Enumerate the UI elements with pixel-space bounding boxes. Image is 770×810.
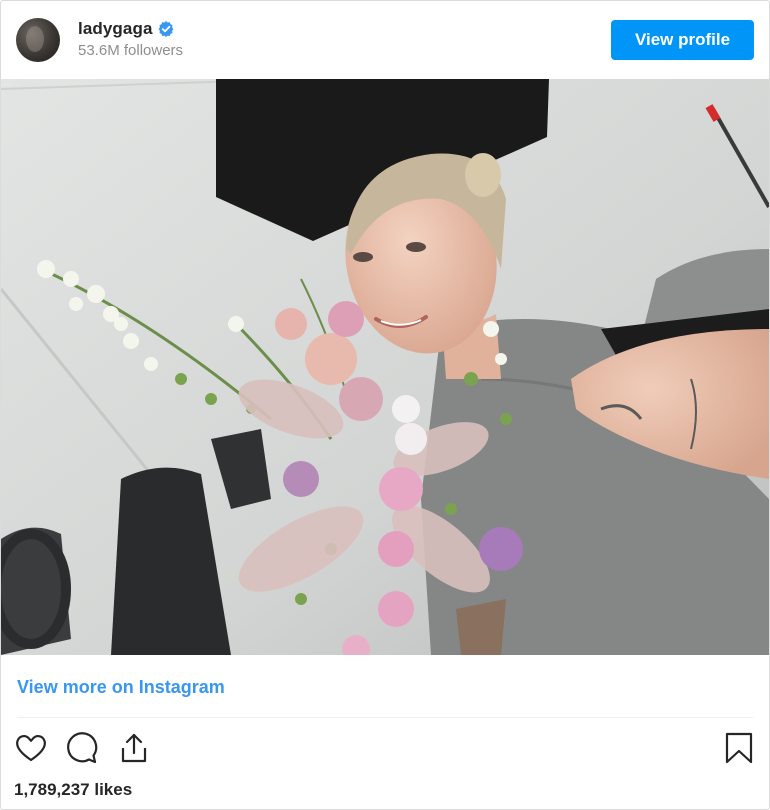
selfie-with-flowers-image xyxy=(1,79,769,655)
share-icon[interactable] xyxy=(117,731,151,765)
username-row: ladygaga xyxy=(78,19,183,39)
action-bar xyxy=(1,729,769,771)
avatar[interactable] xyxy=(16,18,60,62)
follower-count: 53.6M followers xyxy=(78,42,184,59)
instagram-embed-card: ladygaga 53.6M followers View profile Vi… xyxy=(0,0,770,810)
bookmark-icon[interactable] xyxy=(722,731,756,765)
post-header: ladygaga 53.6M followers View profile xyxy=(1,1,769,79)
like-count: 1,789,237 likes xyxy=(14,780,133,799)
user-info: ladygaga 53.6M followers xyxy=(78,19,183,59)
view-more-link[interactable]: View more on Instagram xyxy=(17,677,225,698)
post-photo[interactable] xyxy=(1,79,769,655)
heart-icon[interactable] xyxy=(14,731,48,765)
verified-badge-icon xyxy=(158,21,174,37)
comment-icon[interactable] xyxy=(65,731,99,765)
divider xyxy=(17,717,753,718)
view-profile-button[interactable]: View profile xyxy=(611,20,754,60)
username[interactable]: ladygaga xyxy=(78,19,153,39)
